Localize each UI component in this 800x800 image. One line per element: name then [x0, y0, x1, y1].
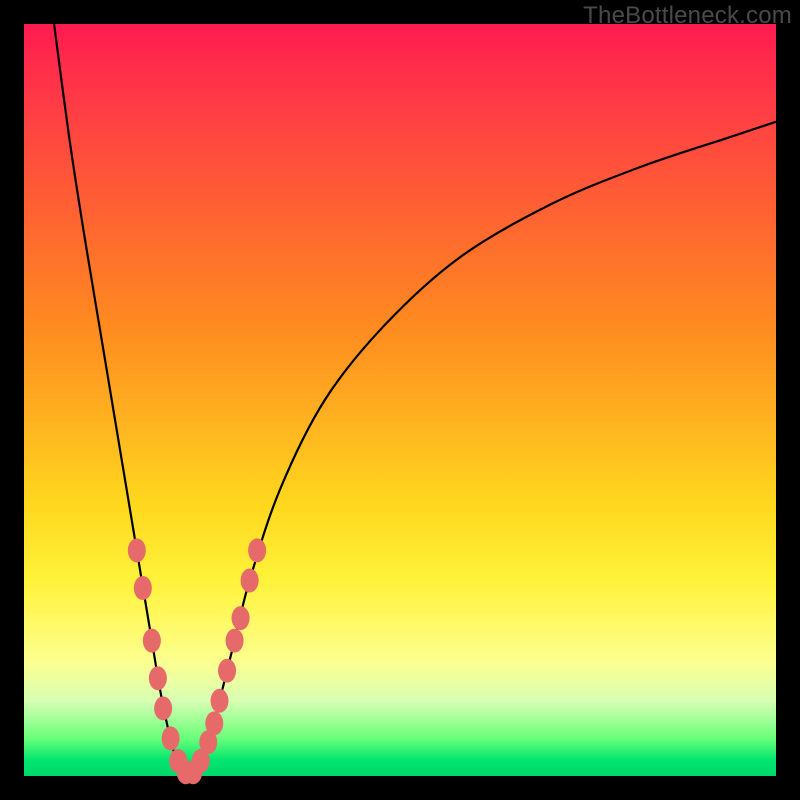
data-marker: [241, 568, 259, 592]
watermark-text: TheBottleneck.com: [583, 2, 792, 30]
data-marker: [154, 696, 172, 720]
outer-frame: TheBottleneck.com: [0, 0, 800, 800]
data-marker: [226, 629, 244, 653]
chart-svg: [24, 24, 776, 776]
data-marker: [211, 689, 229, 713]
plot-area: [24, 24, 776, 776]
data-marker: [205, 711, 223, 735]
data-marker: [218, 659, 236, 683]
data-markers: [128, 538, 266, 784]
curve-left-branch: [54, 24, 189, 776]
data-marker: [134, 576, 152, 600]
data-marker: [248, 538, 266, 562]
data-marker: [162, 726, 180, 750]
curve-right-branch: [189, 122, 776, 776]
data-marker: [143, 629, 161, 653]
data-marker: [149, 666, 167, 690]
data-marker: [128, 538, 146, 562]
data-marker: [232, 606, 250, 630]
